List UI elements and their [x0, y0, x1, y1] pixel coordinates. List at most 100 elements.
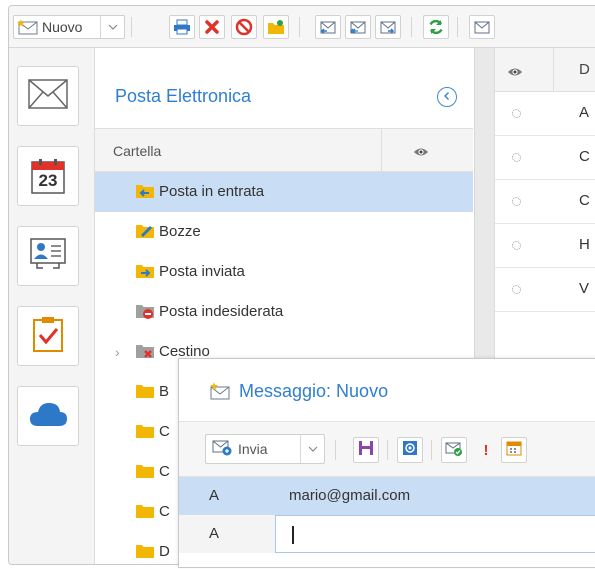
- message-row[interactable]: C: [495, 180, 595, 224]
- contacts-icon: [29, 237, 67, 276]
- message-list-header: D: [475, 48, 595, 92]
- folder-item-drafts[interactable]: Bozze: [95, 212, 473, 252]
- print-icon: [173, 19, 191, 35]
- message-sender: C: [579, 192, 590, 209]
- read-status-icon[interactable]: [512, 109, 521, 118]
- folder-label: Posta indesiderata: [159, 303, 284, 320]
- toolbar-separator: [299, 17, 300, 37]
- text-caret: [292, 526, 294, 544]
- move-to-folder-button[interactable]: [263, 15, 289, 39]
- recipient-field-label[interactable]: A: [179, 515, 275, 553]
- reply-icon: [319, 19, 337, 35]
- recipient-row: A mario@gmail.com: [179, 477, 595, 515]
- block-button[interactable]: [231, 15, 257, 39]
- calendar-icon: [506, 440, 522, 461]
- rail-mail[interactable]: [17, 66, 79, 126]
- folder-column-label[interactable]: Cartella: [113, 143, 161, 159]
- rail-tasks[interactable]: [17, 306, 79, 366]
- folder-icon: [135, 422, 155, 445]
- folder-item-junk[interactable]: Posta indesiderata: [95, 292, 473, 332]
- folder-label: Bozze: [159, 223, 201, 240]
- splitter[interactable]: [475, 92, 495, 392]
- junk-folder-icon: [135, 302, 155, 325]
- panel-title: Posta Elettronica: [115, 86, 252, 106]
- message-sender: V: [579, 280, 590, 297]
- folder-item-inbox[interactable]: Posta in entrata: [95, 172, 473, 212]
- calendar-day: 23: [38, 171, 58, 190]
- new-dropdown-toggle[interactable]: [100, 16, 124, 38]
- read-receipt-icon: [445, 440, 463, 461]
- exclamation-icon: !: [483, 441, 489, 459]
- rail-calendar[interactable]: 23: [17, 146, 79, 206]
- send-dropdown-toggle[interactable]: [300, 435, 324, 463]
- folder-label: C: [159, 503, 170, 520]
- app-rail: 23: [9, 48, 95, 564]
- block-icon: [235, 18, 253, 36]
- eye-icon[interactable]: [507, 65, 523, 83]
- reply-all-icon: [349, 19, 367, 35]
- folder-label: B: [159, 383, 170, 400]
- recipient-address[interactable]: mario@gmail.com: [275, 477, 595, 515]
- chevron-right-icon[interactable]: ›: [115, 344, 120, 360]
- message-row[interactable]: H: [495, 224, 595, 268]
- sent-folder-icon: [135, 262, 155, 285]
- rail-cloud[interactable]: [17, 386, 79, 446]
- toolbar-separator: [411, 17, 412, 37]
- folder-label: C: [159, 423, 170, 440]
- read-status-icon[interactable]: [512, 153, 521, 162]
- collapse-panel-button[interactable]: [437, 87, 457, 107]
- folder-label: Posta inviata: [159, 263, 245, 280]
- print-button[interactable]: [169, 15, 195, 39]
- read-status-icon[interactable]: [512, 241, 521, 250]
- toolbar-separator: [431, 440, 432, 460]
- rail-contacts[interactable]: [17, 226, 79, 286]
- folder-icon: [135, 542, 155, 564]
- forward-icon: [379, 19, 397, 35]
- reply-button[interactable]: [315, 15, 341, 39]
- folder-icon: [135, 382, 155, 405]
- new-button[interactable]: Nuovo: [13, 15, 125, 39]
- forward-button[interactable]: [375, 15, 401, 39]
- priority-button[interactable]: !: [473, 437, 499, 463]
- address-book-button[interactable]: [397, 437, 423, 463]
- read-receipt-button[interactable]: [441, 437, 467, 463]
- save-button[interactable]: [353, 437, 379, 463]
- toolbar-separator: [457, 17, 458, 37]
- folder-icon: [135, 462, 155, 485]
- send-button-label: Invia: [238, 441, 268, 457]
- read-status-icon[interactable]: [512, 197, 521, 206]
- compose-toolbar: Invia !: [179, 421, 595, 477]
- new-message-icon: [17, 18, 39, 36]
- recipient-input[interactable]: [275, 515, 595, 553]
- message-sender: H: [579, 236, 590, 253]
- new-button-label: Nuovo: [42, 19, 83, 35]
- message-sender: A: [579, 104, 590, 121]
- drafts-folder-icon: [135, 222, 155, 245]
- folder-column-header: Cartella: [95, 128, 473, 173]
- splitter[interactable]: [475, 48, 495, 92]
- refresh-button[interactable]: [423, 15, 449, 39]
- message-column-header[interactable]: D: [579, 61, 590, 78]
- tasks-icon: [31, 315, 65, 358]
- read-status-icon[interactable]: [512, 285, 521, 294]
- compose-title: Messaggio: Nuovo: [239, 381, 389, 401]
- message-row[interactable]: V: [495, 268, 595, 312]
- chevron-left-icon: [442, 88, 452, 106]
- reply-all-button[interactable]: [345, 15, 371, 39]
- mail-icon: [28, 78, 68, 114]
- send-button[interactable]: Invia: [205, 434, 325, 464]
- folder-item-sent[interactable]: Posta inviata: [95, 252, 473, 292]
- delete-icon: [204, 19, 220, 35]
- schedule-button[interactable]: [501, 437, 527, 463]
- delete-button[interactable]: [199, 15, 225, 39]
- message-row[interactable]: C: [495, 136, 595, 180]
- calendar-icon: 23: [31, 158, 65, 194]
- folder-label: C: [159, 463, 170, 480]
- message-row[interactable]: A: [495, 92, 595, 136]
- recipient-field-label[interactable]: A: [179, 477, 275, 515]
- cloud-icon: [28, 400, 68, 433]
- refresh-icon: [427, 18, 445, 36]
- more-button[interactable]: [469, 15, 495, 39]
- toolbar-separator: [131, 17, 132, 37]
- eye-icon[interactable]: [413, 145, 429, 163]
